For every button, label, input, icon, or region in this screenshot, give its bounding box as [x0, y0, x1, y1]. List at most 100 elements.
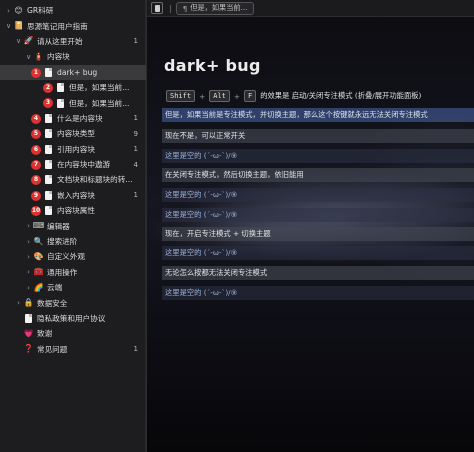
lock-icon-glyph: 🔒 — [23, 298, 34, 308]
tree-item[interactable]: 在内容块中遨游 4 7 — [0, 157, 146, 172]
tree-item-label: 数据安全 — [37, 298, 68, 308]
document-title[interactable]: dark+ bug — [164, 56, 261, 75]
tree-item-label: 内容块属性 — [57, 206, 95, 216]
document-icon — [43, 206, 54, 216]
question-icon: ❓ — [23, 344, 34, 354]
paragraph-block[interactable]: 这里是空的 (´-ω-`)/⑨ — [162, 286, 474, 300]
toolbox-icon-glyph: 🧰 — [33, 267, 44, 277]
document-shape — [45, 144, 52, 154]
tree-item[interactable]: › 🎨 自定义外观 — [0, 249, 146, 264]
plus-sign: + — [233, 91, 240, 101]
tree-item[interactable]: 嵌入内容块 1 9 — [0, 188, 146, 203]
paragraph-block[interactable]: 但是，如果当前是专注模式，并切换主题，那么这个按键就永远无法关闭专注模式 — [162, 108, 474, 122]
tab-bar: | ¶ 但是，如果当前... — [147, 0, 474, 17]
lock-icon: 🔒 — [23, 298, 34, 308]
tree-item[interactable]: 内容块属性 10 — [0, 203, 146, 218]
chevron-right-icon[interactable]: › — [24, 222, 33, 230]
tree-item[interactable]: 内容块类型 9 5 — [0, 126, 146, 141]
chevron-right-icon[interactable]: › — [24, 268, 33, 276]
tree-item-label: 在内容块中遨游 — [57, 160, 111, 170]
tree-item[interactable]: 文档块和标题块的转... 8 — [0, 172, 146, 187]
tree-item-count: 9 — [133, 129, 138, 138]
number-badge: 8 — [31, 175, 41, 186]
keyboard-icon-glyph: ⌨ — [32, 221, 45, 231]
number-badge: 5 — [31, 129, 41, 140]
smile-emoji-icon-glyph: 😊 — [14, 5, 23, 15]
tree-item[interactable]: ❓ 常见问题 1 — [0, 342, 146, 357]
number-badge: 4 — [31, 113, 41, 124]
tree-item[interactable]: ∨dark+ bug1 — [0, 64, 146, 80]
document-shape — [25, 314, 32, 323]
document-icon — [43, 190, 54, 200]
tree-item-label: 请从这里开始 — [37, 36, 83, 46]
paragraph-block[interactable]: 无论怎么按都无法关闭专注模式 — [162, 266, 474, 280]
tree-item[interactable]: ∨ 🧯 内容块 — [0, 49, 146, 64]
document-icon — [43, 67, 54, 77]
tab-separator: | — [169, 3, 172, 13]
tree-item[interactable]: ∨ 🚀 请从这里开始 1 — [0, 34, 146, 49]
tree-item[interactable]: 引用内容块 1 6 — [0, 142, 146, 157]
tree-item[interactable]: › 🔒 数据安全 — [0, 295, 146, 310]
tree-item[interactable]: 隐私政策和用户协议 — [0, 311, 146, 326]
tree-item-label: 但是，如果当前... — [69, 98, 130, 108]
heart-icon-glyph: 💗 — [23, 328, 34, 338]
paragraph-block[interactable]: 这里是空的 (´-ω-`)/⑨ — [162, 246, 474, 260]
chevron-down-icon[interactable]: ∨ — [14, 37, 23, 45]
paragraph-block[interactable]: 这里是空的 (´-ω-`)/⑨ — [162, 208, 474, 222]
document-icon-button[interactable] — [151, 2, 163, 14]
tree-item[interactable]: › 😊 GR科研 — [0, 3, 146, 18]
tree-item[interactable]: 什么是内容块 1 4 — [0, 111, 146, 126]
tree-item-label: 通用操作 — [47, 267, 78, 277]
tree-item[interactable]: › ⌨ 编辑器 — [0, 218, 146, 233]
rainbow-icon-glyph: 🌈 — [33, 282, 44, 292]
shortcut-paragraph[interactable]: Shift + Alt + F 的效果是 启动/关闭专注模式 (折叠/展开功能面… — [162, 89, 474, 103]
chevron-right-icon[interactable]: › — [14, 299, 23, 307]
document-icon — [43, 175, 54, 185]
tree-item-label: 自定义外观 — [47, 252, 85, 262]
tree-item-label: 内容块类型 — [57, 129, 95, 139]
tree-item-label: dark+ bug — [57, 67, 98, 77]
tree-item[interactable]: › 🌈 云端 — [0, 280, 146, 295]
f-key: F — [243, 90, 257, 102]
chevron-right-icon[interactable]: › — [24, 284, 33, 292]
rocket-icon: 🚀 — [23, 36, 34, 46]
fire-extinguisher-icon-glyph: 🧯 — [33, 51, 44, 61]
tree-item[interactable]: › 🔍 搜索进阶 — [0, 234, 146, 249]
paragraph-block[interactable]: 这里是空的 (´-ω-`)/⑨ — [162, 149, 474, 163]
number-badge: 3 — [43, 98, 53, 109]
tree-item[interactable]: 💗 致谢 — [0, 326, 146, 341]
paragraph-block[interactable]: 在关闭专注模式，然后切换主题，依旧能用 — [162, 168, 474, 182]
toolbox-icon: 🧰 — [33, 267, 44, 277]
chevron-down-icon[interactable]: ∨ — [24, 53, 33, 61]
tree-item-label: 隐私政策和用户协议 — [37, 314, 106, 323]
document-shape — [45, 160, 52, 170]
tree-item[interactable]: › 🧰 通用操作 — [0, 265, 146, 280]
tree-item-count: 1 — [133, 145, 138, 154]
document-shape — [45, 129, 52, 139]
paragraph-block[interactable]: 现在，开启专注模式 + 切换主题 — [162, 227, 474, 241]
tree-item[interactable]: 但是，如果当前... 3 — [0, 95, 146, 110]
chevron-right-icon[interactable]: › — [24, 238, 33, 246]
tree-item-label: 致谢 — [37, 329, 53, 339]
document-icon — [55, 83, 66, 93]
chevron-right-icon[interactable]: › — [4, 7, 13, 15]
paragraph-block[interactable]: 现在不是，可以正常开关 — [162, 129, 474, 143]
document-shape — [45, 113, 52, 123]
tree-item[interactable]: ∨ 📔 思源笔记用户指南 — [0, 18, 146, 33]
chevron-right-icon[interactable]: › — [24, 253, 33, 261]
heart-icon: 💗 — [23, 329, 34, 339]
paragraph-block[interactable]: 这里是空的 (´-ω-`)/⑨ — [162, 188, 474, 202]
tree-item-label: 什么是内容块 — [57, 113, 103, 123]
tree-item-label: GR科研 — [27, 6, 54, 16]
tab-current-doc[interactable]: ¶ 但是，如果当前... — [175, 1, 255, 15]
chevron-down-icon[interactable]: ∨ — [4, 22, 13, 30]
tree-item-label: 但是，如果当前... — [69, 83, 130, 93]
tree-item[interactable]: 但是，如果当前... 2 — [0, 80, 146, 95]
shift-key: Shift — [166, 90, 196, 102]
document-icon — [154, 4, 160, 12]
keyboard-icon: ⌨ — [32, 221, 45, 231]
tree-item-count: 1 — [133, 37, 138, 46]
book-icon-glyph: 📔 — [13, 21, 24, 31]
tree-item-label: 内容块 — [47, 52, 70, 62]
alt-key: Alt — [209, 90, 230, 102]
